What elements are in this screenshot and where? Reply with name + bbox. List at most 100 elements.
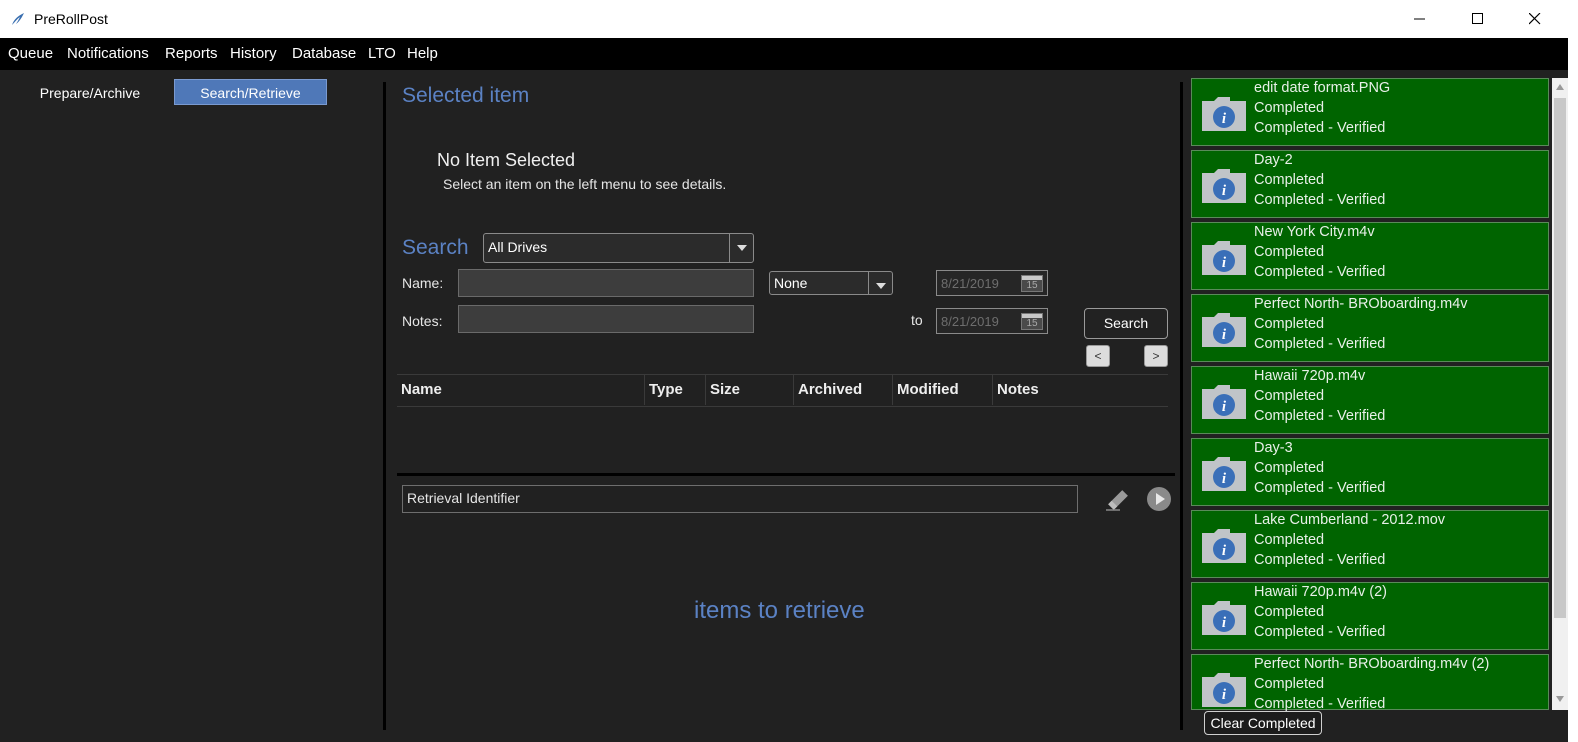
queue-card-status: Completed: [1254, 172, 1325, 188]
queue-card-detail: Completed - Verified: [1254, 336, 1386, 352]
notes-input[interactable]: [458, 305, 754, 333]
search-heading: Search: [402, 236, 469, 259]
file-info-icon: i: [1202, 457, 1246, 491]
date-range-to-label: to: [911, 312, 923, 328]
left-divider: [383, 82, 386, 730]
eraser-icon[interactable]: [1104, 488, 1132, 512]
queue-card[interactable]: i Hawaii 720p.m4v Completed Completed - …: [1191, 366, 1549, 434]
queue-card[interactable]: i New York City.m4v Completed Completed …: [1191, 222, 1549, 290]
title-bar: PreRollPost: [0, 0, 1578, 38]
queue-card[interactable]: i Lake Cumberland - 2012.mov Completed C…: [1191, 510, 1549, 578]
queue-card-detail: Completed - Verified: [1254, 696, 1386, 712]
file-info-icon: i: [1202, 673, 1246, 707]
queue-card-filename: Perfect North- BROboarding.m4v: [1254, 296, 1468, 312]
queue-card-filename: edit date format.PNG: [1254, 80, 1391, 96]
date-filter-select[interactable]: None: [769, 271, 893, 295]
maximize-button[interactable]: [1455, 0, 1501, 38]
file-info-icon: i: [1202, 601, 1246, 635]
file-info-icon: i: [1202, 529, 1246, 563]
chevron-down-icon: [729, 234, 753, 262]
drive-select[interactable]: All Drives: [483, 233, 754, 263]
queue-card-detail: Completed - Verified: [1254, 264, 1386, 280]
queue-card[interactable]: i Perfect North- BROboarding.m4v Complet…: [1191, 294, 1549, 362]
close-button[interactable]: [1512, 0, 1558, 38]
menu-reports[interactable]: Reports: [165, 45, 218, 62]
queue-card[interactable]: i edit date format.PNG Completed Complet…: [1191, 78, 1549, 146]
menu-help[interactable]: Help: [407, 45, 438, 62]
notes-label: Notes:: [402, 313, 443, 329]
date-from-picker[interactable]: 8/21/2019 15: [936, 270, 1048, 296]
selected-item-hint: Select an item on the left menu to see d…: [443, 176, 727, 192]
calendar-icon[interactable]: 15: [1021, 275, 1043, 292]
queue-card-status: Completed: [1254, 388, 1325, 404]
queue-card[interactable]: i Day-3 Completed Completed - Verified: [1191, 438, 1549, 506]
file-info-icon: i: [1202, 241, 1246, 275]
date-to-value: 8/21/2019: [941, 314, 999, 329]
next-page-button[interactable]: >: [1144, 345, 1168, 367]
file-info-icon: i: [1202, 169, 1246, 203]
clear-completed-button[interactable]: Clear Completed: [1204, 711, 1322, 735]
queue-card-detail: Completed - Verified: [1254, 624, 1386, 640]
file-info-icon: i: [1202, 385, 1246, 419]
tab-prepare-archive[interactable]: Prepare/Archive: [12, 80, 168, 106]
queue-card[interactable]: i Day-2 Completed Completed - Verified: [1191, 150, 1549, 218]
column-header-size[interactable]: Size: [706, 375, 794, 405]
menu-bar: Queue Notifications Reports History Data…: [0, 38, 1568, 70]
queue-card-detail: Completed - Verified: [1254, 552, 1386, 568]
column-header-modified[interactable]: Modified: [893, 375, 993, 405]
selected-item-title: No Item Selected: [437, 150, 576, 170]
close-icon: [1529, 13, 1541, 25]
queue-card[interactable]: i Hawaii 720p.m4v (2) Completed Complete…: [1191, 582, 1549, 650]
results-divider: [397, 473, 1175, 476]
menu-database[interactable]: Database: [292, 45, 356, 62]
retrieval-identifier-placeholder: Retrieval Identifier: [407, 490, 520, 506]
calendar-icon[interactable]: 15: [1021, 313, 1043, 330]
queue-card-status: Completed: [1254, 604, 1325, 620]
queue-card-filename: Lake Cumberland - 2012.mov: [1254, 512, 1446, 528]
date-from-value: 8/21/2019: [941, 276, 999, 291]
queue-card-filename: New York City.m4v: [1254, 224, 1375, 240]
queue-card-detail: Completed - Verified: [1254, 120, 1386, 136]
queue-card-status: Completed: [1254, 316, 1325, 332]
queue-card-filename: Day-3: [1254, 440, 1293, 456]
tab-search-retrieve[interactable]: Search/Retrieve: [174, 79, 327, 105]
menu-notifications[interactable]: Notifications: [67, 45, 149, 62]
queue-card-status: Completed: [1254, 460, 1325, 476]
menu-lto[interactable]: LTO: [368, 45, 396, 62]
queue-card-status: Completed: [1254, 532, 1325, 548]
date-to-picker[interactable]: 8/21/2019 15: [936, 308, 1048, 334]
column-header-name[interactable]: Name: [397, 375, 645, 405]
queue-card-detail: Completed - Verified: [1254, 408, 1386, 424]
scroll-up-icon[interactable]: [1556, 84, 1564, 90]
drive-select-value: All Drives: [488, 239, 548, 255]
file-info-icon: i: [1202, 313, 1246, 347]
queue-scrollbar[interactable]: [1552, 78, 1568, 710]
column-header-notes[interactable]: Notes: [993, 375, 1168, 405]
menu-history[interactable]: History: [230, 45, 277, 62]
column-header-archived[interactable]: Archived: [794, 375, 893, 405]
selected-item-heading: Selected item: [402, 84, 530, 107]
play-icon[interactable]: [1146, 486, 1172, 512]
queue-card-filename: Day-2: [1254, 152, 1293, 168]
queue-card-status: Completed: [1254, 100, 1325, 116]
queue-card-filename: Hawaii 720p.m4v (2): [1254, 584, 1387, 600]
name-input[interactable]: [458, 269, 754, 297]
scroll-thumb[interactable]: [1554, 98, 1566, 618]
minimize-button[interactable]: [1397, 0, 1443, 38]
retrieval-identifier-input[interactable]: Retrieval Identifier: [402, 485, 1078, 513]
queue-card-filename: Hawaii 720p.m4v: [1254, 368, 1366, 384]
queue-card[interactable]: i Perfect North- BROboarding.m4v (2) Com…: [1191, 654, 1549, 712]
minimize-icon: [1414, 18, 1425, 20]
name-label: Name:: [402, 275, 444, 291]
items-to-retrieve-placeholder: items to retrieve: [694, 597, 865, 624]
file-info-icon: i: [1202, 97, 1246, 131]
queue-card-filename: Perfect North- BROboarding.m4v (2): [1254, 656, 1490, 672]
prev-page-button[interactable]: <: [1086, 345, 1110, 367]
right-divider: [1180, 82, 1183, 730]
menu-queue[interactable]: Queue: [8, 45, 53, 62]
scroll-down-icon[interactable]: [1556, 696, 1564, 702]
app-logo-icon: [12, 13, 24, 25]
queue-card-status: Completed: [1254, 676, 1325, 692]
column-header-type[interactable]: Type: [645, 375, 706, 405]
search-button[interactable]: Search: [1084, 308, 1168, 339]
